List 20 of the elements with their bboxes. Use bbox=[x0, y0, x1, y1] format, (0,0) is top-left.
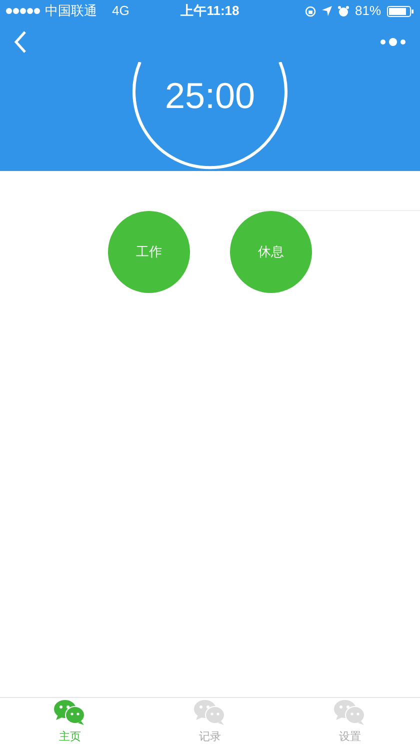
tab-button[interactable]: 设置 bbox=[280, 698, 420, 747]
tab-button[interactable]: 主页 bbox=[0, 698, 140, 747]
battery-percent: 81% bbox=[354, 2, 382, 20]
action-button[interactable]: 休息 bbox=[230, 211, 312, 293]
chat-bubbles-icon bbox=[54, 699, 86, 726]
action-button[interactable]: 工作 bbox=[108, 211, 190, 293]
signal-icon bbox=[6, 8, 40, 14]
network-type: 4G bbox=[112, 2, 130, 20]
timer-display: 25:00 bbox=[164, 74, 256, 118]
back-button[interactable] bbox=[14, 31, 28, 53]
tab-button[interactable]: 记录 bbox=[140, 698, 280, 747]
lock-rotation-icon bbox=[304, 6, 316, 16]
battery-icon bbox=[387, 6, 414, 16]
chat-bubbles-icon bbox=[194, 699, 226, 726]
chat-bubbles-icon bbox=[334, 699, 366, 726]
more-button[interactable] bbox=[380, 37, 406, 47]
clock-time: 上午11:18 bbox=[180, 2, 240, 20]
alarm-icon bbox=[338, 6, 349, 16]
location-icon bbox=[322, 6, 332, 16]
carrier-name: 中国联通 bbox=[45, 2, 97, 20]
